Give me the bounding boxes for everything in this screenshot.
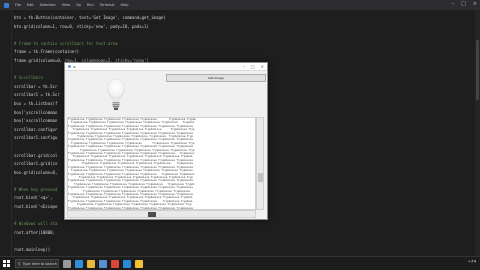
tk-window-title: tk bbox=[73, 64, 76, 69]
editor-scrollbar[interactable] bbox=[475, 10, 480, 256]
wifi-icon[interactable]: ▴ ◔ ◖ bbox=[468, 259, 476, 263]
search-placeholder: Type here to search bbox=[22, 261, 57, 266]
window-controls: – □ × bbox=[452, 2, 477, 7]
get-image-button[interactable]: Get Image bbox=[166, 74, 266, 82]
code-line: # Frame to contain scrollbars for text a… bbox=[14, 40, 118, 46]
menu-run[interactable]: Run bbox=[87, 3, 94, 7]
editor-menubar: File Edit Selection View Go Run Terminal… bbox=[0, 0, 480, 10]
python-icon[interactable] bbox=[135, 259, 143, 268]
code-line: root.mainloop() bbox=[14, 247, 51, 253]
menu-edit[interactable]: Edit bbox=[27, 3, 34, 7]
taskbar-apps bbox=[59, 259, 143, 268]
minimize-icon[interactable]: – bbox=[452, 2, 455, 7]
tk-close-icon[interactable]: × bbox=[261, 64, 264, 69]
tk-horizontal-scrollbar[interactable] bbox=[67, 210, 256, 218]
code-line: btn = tk.Button(container, text='Get Ima… bbox=[14, 15, 166, 20]
menu-selection[interactable]: Selection bbox=[40, 3, 56, 7]
vscode-icon bbox=[4, 2, 9, 8]
tk-maximize-icon[interactable]: □ bbox=[251, 64, 255, 69]
code-line: # Windows will sta bbox=[14, 221, 58, 227]
menu-view[interactable]: View bbox=[62, 3, 70, 7]
menu-file[interactable]: File bbox=[15, 3, 21, 7]
code-line: root.after(10000, bbox=[14, 229, 55, 235]
tk-app-window: tk – □ × Get Image TrypAnoLove TrypAnoLo… bbox=[64, 62, 268, 220]
code-line: frame = tk.Frame(container) bbox=[14, 49, 80, 55]
tk-vertical-scrollbar[interactable] bbox=[256, 117, 264, 210]
search-icon: ⚲ bbox=[18, 261, 21, 266]
tk-vscroll-thumb[interactable] bbox=[258, 173, 263, 182]
close-icon[interactable]: × bbox=[473, 2, 477, 7]
editor-gutter bbox=[0, 10, 12, 256]
system-tray[interactable]: ▴ ◔ ◖ bbox=[468, 259, 476, 263]
store-icon[interactable] bbox=[99, 259, 107, 268]
maximize-icon[interactable]: □ bbox=[461, 2, 466, 7]
tk-titlebar[interactable]: tk – □ × bbox=[65, 63, 267, 71]
vscode-icon[interactable] bbox=[123, 259, 131, 268]
tk-feather-icon bbox=[68, 65, 71, 68]
menu-go[interactable]: Go bbox=[76, 3, 81, 7]
tk-hscroll-thumb[interactable] bbox=[148, 212, 156, 217]
editor-scrollbar-thumb[interactable] bbox=[476, 40, 479, 100]
task-view-icon[interactable] bbox=[63, 259, 71, 268]
file-explorer-icon[interactable] bbox=[87, 259, 95, 268]
chrome-icon[interactable] bbox=[111, 259, 119, 268]
edge-icon[interactable] bbox=[75, 259, 83, 268]
taskbar-search[interactable]: ⚲ Type here to search bbox=[15, 259, 59, 268]
menu-help[interactable]: Help bbox=[120, 3, 128, 7]
tk-window-controls: – □ × bbox=[243, 64, 267, 69]
start-button[interactable] bbox=[2, 259, 11, 268]
listbox-text-area[interactable]: TrypAnoLove TrypAnoLove TrypAnoLove Tryp… bbox=[67, 117, 256, 210]
image-panel bbox=[67, 73, 164, 117]
code-line: btn.grid(column=1, row=0, sticky='new', … bbox=[14, 23, 149, 29]
tk-minimize-icon[interactable]: – bbox=[243, 64, 245, 69]
taskbar: ⚲ Type here to search ▴ ◔ ◖ bbox=[0, 256, 480, 270]
lightbulb-icon bbox=[106, 78, 125, 110]
menu-terminal[interactable]: Terminal bbox=[100, 3, 115, 7]
